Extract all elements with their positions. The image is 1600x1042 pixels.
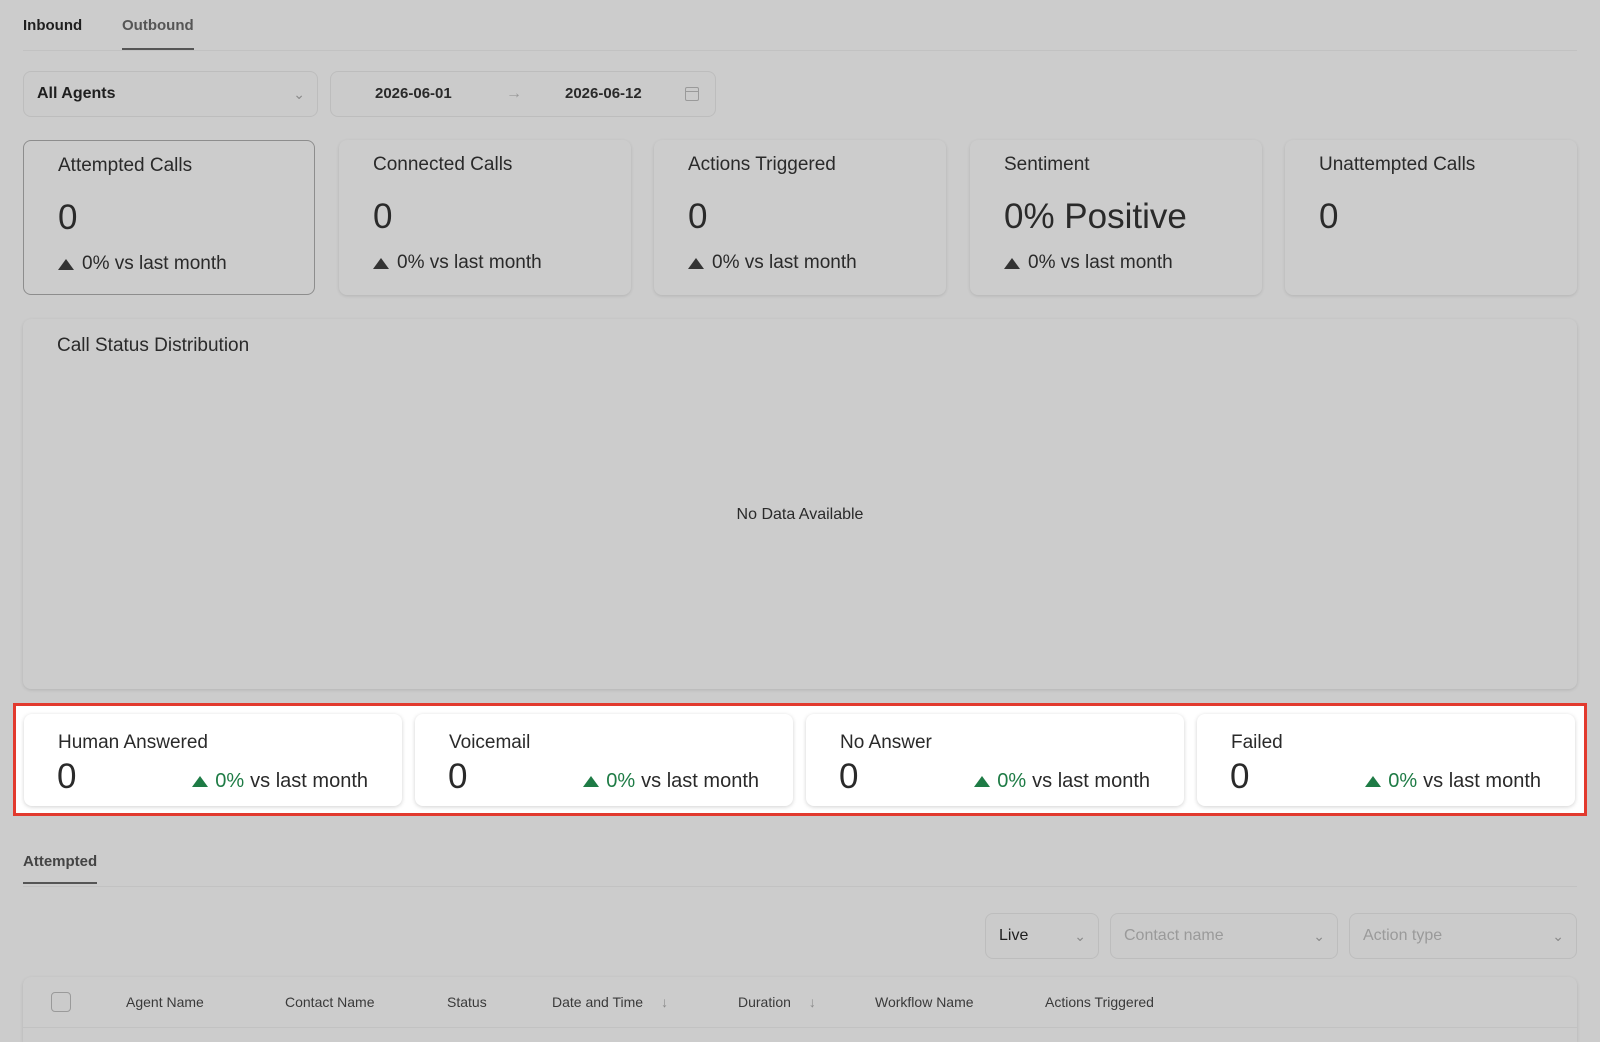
stat-trend: 0% vs last month <box>373 252 631 274</box>
calls-table-header: Agent Name Contact Name Status Date and … <box>23 977 1577 1042</box>
triangle-up-icon <box>688 257 704 269</box>
column-actions-triggered[interactable]: Actions Triggered <box>1045 994 1154 1010</box>
stat-card-actions-triggered[interactable]: Actions Triggered 0 0% vs last month <box>654 140 946 295</box>
header-divider <box>23 1027 1577 1028</box>
date-end[interactable]: 2026-06-12 <box>565 72 642 116</box>
status-trend: 0% vs last month <box>1365 770 1541 793</box>
stat-trend-text: 0% vs last month <box>397 252 542 273</box>
column-workflow-name[interactable]: Workflow Name <box>875 994 974 1010</box>
action-type-select[interactable]: Action type ⌄ <box>1349 913 1577 959</box>
chevron-down-icon: ⌄ <box>1552 928 1564 944</box>
agent-select-value: All Agents <box>37 85 116 102</box>
empty-state-text: No Data Available <box>736 506 864 523</box>
sort-down-icon[interactable]: ↓ <box>661 994 668 1010</box>
triangle-up-icon <box>1004 257 1020 269</box>
stat-card-attempted-calls[interactable]: Attempted Calls 0 0% vs last month <box>23 140 315 295</box>
triangle-up-icon <box>974 776 991 787</box>
stat-trend-text: 0% vs last month <box>712 252 857 273</box>
arrow-right-icon: → <box>506 85 522 102</box>
status-card-voicemail[interactable]: Voicemail 0 0% vs last month <box>415 714 793 806</box>
call-status-chart: Call Status Distribution No Data Availab… <box>23 319 1577 689</box>
contact-name-placeholder: Contact name <box>1124 927 1224 944</box>
stat-value: 0 <box>688 197 708 236</box>
date-range-picker[interactable]: 2026-06-01 → 2026-06-12 <box>330 71 716 117</box>
trend-suffix: vs last month <box>1032 770 1150 792</box>
status-value: 0 <box>1230 757 1250 796</box>
trend-percent: 0% <box>215 770 245 792</box>
stat-value: 0 <box>1319 197 1339 236</box>
stat-card-sentiment[interactable]: Sentiment 0% Positive 0% vs last month <box>970 140 1262 295</box>
status-trend: 0% vs last month <box>583 770 759 793</box>
chevron-down-icon: ⌄ <box>1313 928 1325 944</box>
trend-suffix: vs last month <box>641 770 759 792</box>
stat-label: Connected Calls <box>373 154 513 175</box>
trend-suffix: vs last month <box>1423 770 1541 792</box>
stat-trend: 0% vs last month <box>688 252 946 274</box>
column-contact-name[interactable]: Contact Name <box>285 994 374 1010</box>
stat-label: Unattempted Calls <box>1319 154 1476 175</box>
stat-card-connected-calls[interactable]: Connected Calls 0 0% vs last month <box>339 140 631 295</box>
triangle-up-icon <box>373 257 389 269</box>
stat-trend-text: 0% vs last month <box>1028 252 1173 273</box>
stat-trend-text: 0% vs last month <box>82 253 227 274</box>
trend-percent: 0% <box>606 770 636 792</box>
status-label: No Answer <box>840 732 932 753</box>
status-card-failed[interactable]: Failed 0 0% vs last month <box>1197 714 1575 806</box>
date-start[interactable]: 2026-06-01 <box>375 72 452 116</box>
action-type-placeholder: Action type <box>1363 927 1443 944</box>
status-card-human-answered[interactable]: Human Answered 0 0% vs last month <box>24 714 402 806</box>
stat-value: 0 <box>58 198 78 237</box>
status-label: Failed <box>1231 732 1283 753</box>
select-all-checkbox[interactable] <box>51 992 71 1012</box>
status-label: Voicemail <box>449 732 531 753</box>
tab-divider <box>23 886 1577 887</box>
triangle-up-icon <box>58 258 74 270</box>
agent-select[interactable]: All Agents ⌄ <box>23 71 318 117</box>
stat-label: Sentiment <box>1004 154 1090 175</box>
status-value: 0 <box>448 757 468 796</box>
chevron-down-icon: ⌄ <box>293 86 305 102</box>
column-date-time-label: Date and Time <box>552 994 644 1010</box>
trend-percent: 0% <box>1388 770 1418 792</box>
top-tabs: Inbound Outbound <box>23 0 1577 51</box>
triangle-up-icon <box>583 776 600 787</box>
column-duration-label: Duration <box>738 994 791 1010</box>
status-trend: 0% vs last month <box>192 770 368 793</box>
live-select[interactable]: Live ⌄ <box>985 913 1099 959</box>
triangle-up-icon <box>192 776 209 787</box>
tab-outbound[interactable]: Outbound <box>122 17 194 50</box>
column-status[interactable]: Status <box>447 994 487 1010</box>
trend-suffix: vs last month <box>250 770 368 792</box>
stat-trend: 0% vs last month <box>1004 252 1262 274</box>
status-trend: 0% vs last month <box>974 770 1150 793</box>
status-card-no-answer[interactable]: No Answer 0 0% vs last month <box>806 714 1184 806</box>
status-cards-highlight: Human Answered 0 0% vs last month Voicema… <box>13 703 1587 816</box>
contact-name-select[interactable]: Contact name ⌄ <box>1110 913 1338 959</box>
sort-down-icon[interactable]: ↓ <box>809 994 816 1010</box>
live-select-value: Live <box>999 927 1029 944</box>
stat-trend: 0% vs last month <box>58 253 314 275</box>
stat-card-unattempted-calls[interactable]: Unattempted Calls 0 <box>1285 140 1577 295</box>
calendar-icon[interactable] <box>685 87 699 101</box>
stat-label: Attempted Calls <box>58 155 193 176</box>
status-value: 0 <box>57 757 77 796</box>
triangle-up-icon <box>1365 776 1382 787</box>
stat-value: 0% Positive <box>1004 197 1187 236</box>
chart-title: Call Status Distribution <box>57 335 250 356</box>
trend-percent: 0% <box>997 770 1027 792</box>
stat-value: 0 <box>373 197 393 236</box>
chevron-down-icon: ⌄ <box>1074 928 1086 944</box>
column-duration[interactable]: Duration ↓ <box>738 994 816 1010</box>
tab-inbound[interactable]: Inbound <box>23 17 82 48</box>
column-date-time[interactable]: Date and Time ↓ <box>552 994 668 1010</box>
status-value: 0 <box>839 757 859 796</box>
column-agent-name[interactable]: Agent Name <box>126 994 204 1010</box>
status-label: Human Answered <box>58 732 208 753</box>
tab-attempted[interactable]: Attempted <box>23 853 98 884</box>
stat-label: Actions Triggered <box>688 154 836 175</box>
